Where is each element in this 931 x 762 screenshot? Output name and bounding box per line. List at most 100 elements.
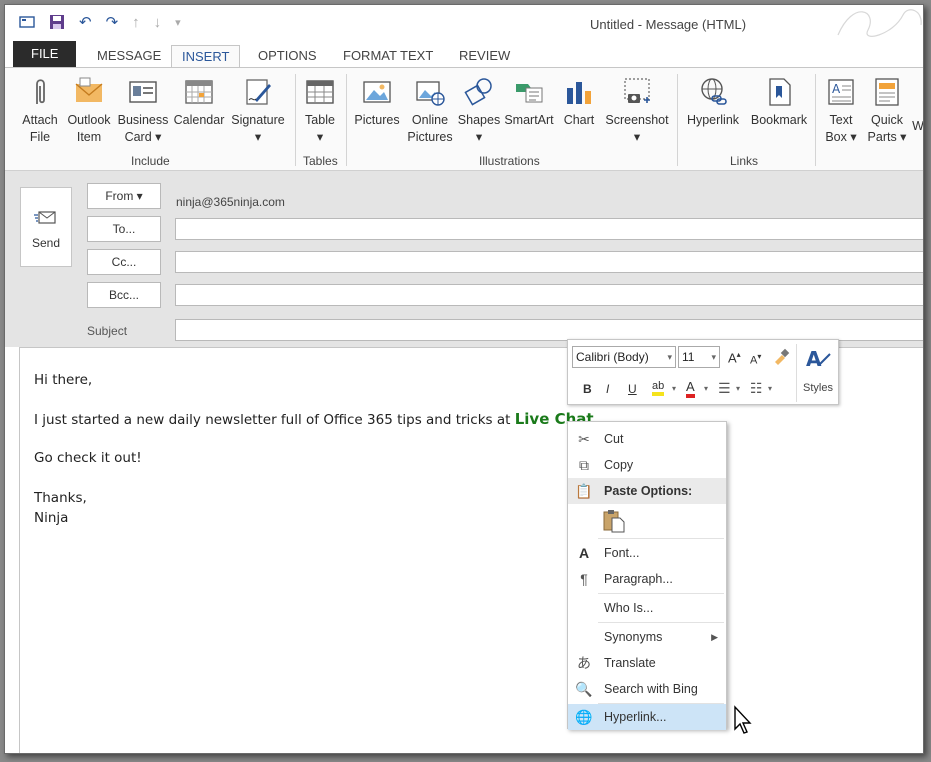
background-swirl-decoration bbox=[837, 9, 922, 37]
window-title: Untitled - Message (HTML) bbox=[590, 17, 747, 32]
font-size-select[interactable]: 11 ▾ bbox=[678, 346, 720, 368]
globe-link-icon bbox=[701, 78, 727, 105]
italic-icon[interactable]: I bbox=[606, 382, 609, 396]
outlook-item-button[interactable]: Outlook Item bbox=[63, 76, 115, 146]
signature-button[interactable]: Signature ▾ bbox=[227, 76, 289, 146]
grow-font-icon[interactable]: A▴ bbox=[728, 350, 741, 365]
dropdown-arrow-icon[interactable]: ▾ bbox=[672, 384, 676, 393]
font-color-icon[interactable]: A bbox=[686, 380, 695, 398]
menu-item-copy[interactable]: ⧉ Copy bbox=[568, 452, 726, 478]
ribbon-tabs: FILE MESSAGE INSERT OPTIONS FORMAT TEXT … bbox=[5, 41, 923, 67]
cut-off-ribbon-button[interactable]: W bbox=[911, 118, 923, 135]
subject-field[interactable] bbox=[175, 319, 923, 341]
menu-item-cut[interactable]: ✂ Cut bbox=[568, 426, 726, 452]
from-button[interactable]: From ▾ bbox=[87, 183, 161, 209]
shapes-button[interactable]: Shapes ▾ bbox=[457, 76, 501, 146]
tab-format-text[interactable]: FORMAT TEXT bbox=[333, 45, 443, 67]
body-signature-name: Ninja bbox=[34, 510, 69, 526]
tab-review[interactable]: REVIEW bbox=[449, 45, 520, 67]
text-box-icon: A bbox=[828, 79, 854, 105]
ribbon-separator bbox=[815, 74, 816, 166]
chart-button[interactable]: Chart bbox=[561, 76, 597, 129]
group-label-illustrations: Illustrations bbox=[479, 154, 540, 168]
menu-item-synonyms[interactable]: Synonyms ▶ bbox=[568, 624, 726, 650]
numbering-icon[interactable]: ☷ bbox=[750, 380, 763, 397]
bullets-icon[interactable]: ☰ bbox=[718, 380, 731, 397]
dropdown-arrow-icon: ▾ bbox=[667, 352, 672, 362]
dropdown-arrow-icon[interactable]: ▾ bbox=[768, 384, 772, 393]
undo-icon[interactable]: ↶ bbox=[79, 13, 92, 31]
quick-parts-icon bbox=[875, 78, 899, 106]
to-button[interactable]: To... bbox=[87, 216, 161, 242]
body-greeting: Hi there, bbox=[34, 372, 93, 388]
quick-access-toolbar: ↶ ↷ ↑ ↓ ▾ bbox=[19, 13, 181, 31]
menu-item-paragraph[interactable]: ¶ Paragraph... bbox=[568, 566, 726, 592]
online-pictures-button[interactable]: Online Pictures bbox=[405, 76, 455, 146]
menu-item-font[interactable]: A Font... bbox=[568, 540, 726, 566]
business-card-icon bbox=[129, 81, 157, 103]
save-icon[interactable] bbox=[49, 14, 65, 30]
to-field[interactable] bbox=[175, 218, 923, 240]
group-label-links: Links bbox=[730, 154, 759, 168]
table-icon bbox=[306, 80, 334, 104]
body-sentence: I just started a new daily newsletter fu… bbox=[34, 410, 594, 428]
quick-parts-button[interactable]: Quick Parts ▾ bbox=[865, 76, 909, 146]
title-bar: ↶ ↷ ↑ ↓ ▾ Untitled - Message (HTML) bbox=[5, 5, 923, 41]
envelope-icon bbox=[75, 77, 103, 102]
highlight-icon[interactable]: ab bbox=[652, 380, 665, 396]
online-pictures-icon bbox=[416, 81, 445, 106]
attach-file-button[interactable]: Attach File bbox=[19, 76, 61, 146]
text-box-button[interactable]: A Text Box ▾ bbox=[821, 76, 861, 146]
message-body[interactable]: Hi there, I just started a new daily new… bbox=[19, 347, 923, 753]
bookmark-icon bbox=[769, 78, 791, 106]
paste-keep-text-only-icon[interactable] bbox=[602, 508, 626, 534]
menu-item-translate[interactable]: あ Translate bbox=[568, 650, 726, 676]
bookmark-button[interactable]: Bookmark bbox=[747, 76, 811, 129]
tab-message[interactable]: MESSAGE bbox=[87, 45, 171, 67]
styles-icon[interactable]: A bbox=[804, 346, 834, 370]
up-arrow-icon[interactable]: ↑ bbox=[132, 14, 140, 31]
table-button[interactable]: Table ▾ bbox=[298, 76, 342, 146]
ribbon-separator bbox=[295, 74, 296, 166]
smartart-icon bbox=[516, 84, 543, 103]
tab-options[interactable]: OPTIONS bbox=[248, 45, 327, 67]
copy-icon: ⧉ bbox=[579, 457, 589, 473]
subject-label: Subject bbox=[87, 324, 128, 338]
menu-item-who-is[interactable]: Who Is... bbox=[568, 595, 726, 621]
shrink-font-icon[interactable]: A▾ bbox=[750, 352, 761, 367]
tab-file[interactable]: FILE bbox=[13, 41, 77, 67]
outlook-message-window: ↶ ↷ ↑ ↓ ▾ Untitled - Message (HTML) FILE… bbox=[4, 4, 924, 754]
business-card-button[interactable]: Business Card ▾ bbox=[115, 76, 171, 146]
customize-qat-icon[interactable]: ▾ bbox=[175, 16, 181, 29]
underline-icon[interactable]: U bbox=[628, 382, 637, 396]
mail-icon[interactable] bbox=[19, 15, 35, 29]
clipboard-icon: 📋 bbox=[575, 483, 593, 499]
calendar-button[interactable]: Calendar bbox=[171, 76, 227, 129]
signature-pen-icon bbox=[246, 79, 271, 105]
pictures-button[interactable]: Pictures bbox=[351, 76, 403, 129]
send-button[interactable]: Send bbox=[20, 187, 72, 267]
format-painter-icon[interactable] bbox=[772, 348, 790, 366]
dropdown-arrow-icon[interactable]: ▾ bbox=[704, 384, 708, 393]
bcc-button[interactable]: Bcc... bbox=[87, 282, 161, 308]
shapes-icon bbox=[464, 78, 492, 106]
send-envelope-icon bbox=[34, 211, 56, 224]
menu-header-paste-options: 📋 Paste Options: bbox=[568, 478, 726, 504]
svg-text:A: A bbox=[806, 347, 822, 370]
calendar-icon bbox=[185, 80, 213, 104]
dropdown-arrow-icon[interactable]: ▾ bbox=[736, 384, 740, 393]
tab-insert[interactable]: INSERT bbox=[171, 45, 241, 67]
screenshot-button[interactable]: Screenshot ▾ bbox=[601, 76, 673, 146]
hyperlink-ribbon-button[interactable]: Hyperlink bbox=[681, 76, 745, 129]
menu-item-hyperlink[interactable]: 🌐 Hyperlink... bbox=[568, 704, 726, 730]
bcc-field[interactable] bbox=[175, 284, 923, 306]
down-arrow-icon[interactable]: ↓ bbox=[154, 14, 162, 31]
scissors-icon: ✂ bbox=[578, 431, 590, 447]
cc-button[interactable]: Cc... bbox=[87, 249, 161, 275]
bold-icon[interactable]: B bbox=[583, 382, 592, 396]
menu-item-search-with-bing[interactable]: 🔍 Search with Bing bbox=[568, 676, 726, 702]
cc-field[interactable] bbox=[175, 251, 923, 273]
font-name-select[interactable]: Calibri (Body) ▾ bbox=[572, 346, 676, 368]
smartart-button[interactable]: SmartArt bbox=[501, 76, 557, 129]
redo-icon[interactable]: ↷ bbox=[106, 13, 119, 31]
